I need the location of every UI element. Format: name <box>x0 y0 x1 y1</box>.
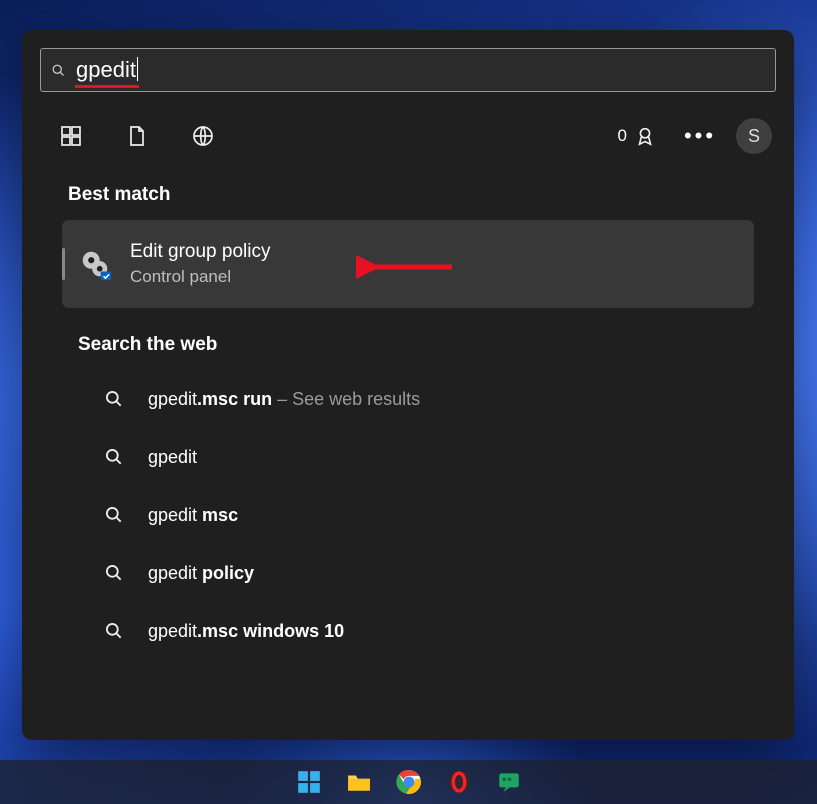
best-match-result[interactable]: Edit group policy Control panel <box>62 220 754 308</box>
web-result[interactable]: gpedit msc <box>60 486 756 544</box>
search-icon <box>104 621 124 641</box>
search-query: gpedit <box>76 57 138 83</box>
opera-icon[interactable] <box>446 769 472 795</box>
start-button[interactable] <box>296 769 322 795</box>
file-explorer-icon[interactable] <box>346 769 372 795</box>
rewards-badge[interactable]: 0 <box>618 125 656 147</box>
web-result[interactable]: gpedit.msc windows 10 <box>60 602 756 660</box>
best-match-heading: Best match <box>68 184 776 206</box>
user-avatar[interactable]: S <box>736 118 772 154</box>
taskbar <box>0 760 817 804</box>
search-icon <box>104 563 124 583</box>
web-result[interactable]: gpedit policy <box>60 544 756 602</box>
more-icon[interactable]: ••• <box>678 123 722 149</box>
search-web-heading: Search the web <box>78 334 776 356</box>
search-icon <box>104 505 124 525</box>
search-input[interactable]: gpedit <box>40 48 776 92</box>
web-result[interactable]: gpedit.msc run – See web results <box>60 370 756 428</box>
filter-apps[interactable] <box>44 116 98 156</box>
gear-icon <box>78 247 112 281</box>
result-title: Edit group policy <box>130 241 270 263</box>
chrome-icon[interactable] <box>396 769 422 795</box>
web-results: Search the web gpedit.msc run – See web … <box>40 334 776 660</box>
filter-documents[interactable] <box>110 116 164 156</box>
web-result[interactable]: gpedit <box>60 428 756 486</box>
start-search-panel: gpedit 0 ••• S Best match Edit group pol… <box>22 30 794 740</box>
search-icon <box>51 63 66 78</box>
search-icon <box>104 389 124 409</box>
search-icon <box>104 447 124 467</box>
result-subtitle: Control panel <box>130 267 270 287</box>
text-caret <box>137 57 139 81</box>
filter-bar: 0 ••• S <box>40 106 776 166</box>
annotation-arrow <box>356 254 456 280</box>
filter-web[interactable] <box>176 116 230 156</box>
annotation-underline <box>75 85 139 88</box>
chat-icon[interactable] <box>496 769 522 795</box>
